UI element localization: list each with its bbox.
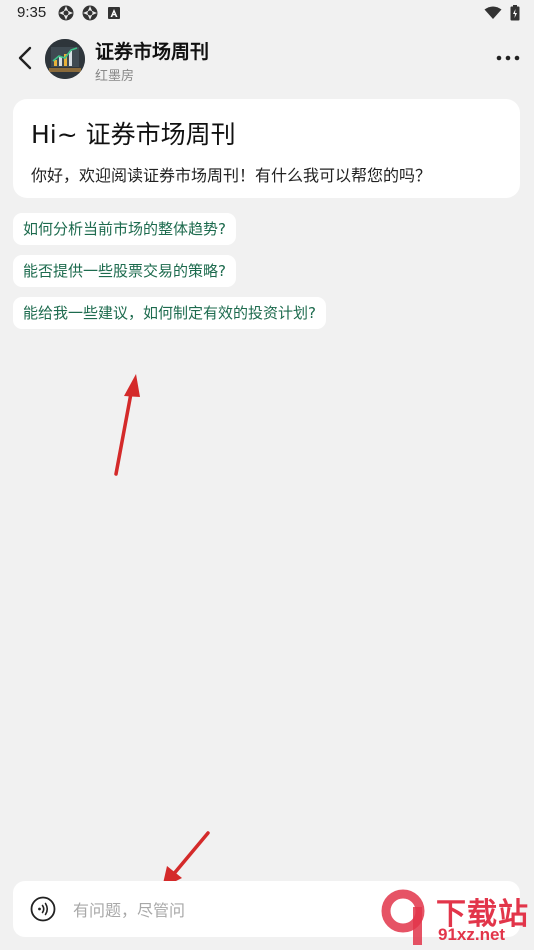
shutter-icon	[82, 5, 98, 21]
watermark-logo-icon	[381, 889, 425, 945]
page-subtitle: 红墨房	[95, 69, 135, 84]
voice-input-icon[interactable]	[30, 896, 56, 922]
suggestion-chip[interactable]: 如何分析当前市场的整体趋势?	[13, 213, 236, 245]
welcome-message: 你好，欢迎阅读证券市场周刊！有什么我可以帮您的吗？	[31, 166, 432, 185]
suggestion-chip[interactable]: 能给我一些建议，如何制定有效的投资计划?	[13, 297, 326, 329]
notification-icons	[58, 5, 122, 21]
status-time: 9:35	[17, 4, 47, 21]
more-options-icon[interactable]	[494, 44, 522, 72]
annotation-arrow-shaft	[114, 386, 134, 476]
stock-chart-avatar-icon	[45, 39, 85, 79]
chat-header: 证券市场周刊 红墨房	[0, 28, 534, 90]
battery-icon	[510, 5, 520, 21]
wifi-icon	[484, 6, 502, 19]
welcome-title: Hi~ 证券市场周刊	[31, 120, 236, 149]
watermark-url: 91xz.net	[438, 925, 506, 944]
suggestion-chip[interactable]: 能否提供一些股票交易的策略?	[13, 255, 236, 287]
back-button[interactable]	[14, 44, 38, 72]
annotation-arrow-shaft	[170, 831, 210, 878]
site-watermark: 下载站 91xz.net	[381, 889, 529, 947]
shutter-icon	[58, 5, 74, 21]
status-bar: 9:35	[0, 0, 534, 28]
avatar[interactable]	[45, 39, 85, 79]
annotation-arrow-head	[124, 374, 140, 397]
page-title: 证券市场周刊	[95, 41, 210, 63]
welcome-card: Hi~ 证券市场周刊 你好，欢迎阅读证券市场周刊！有什么我可以帮您的吗？	[13, 99, 520, 198]
chat-input[interactable]	[71, 893, 375, 927]
font-icon	[108, 7, 120, 19]
system-icons	[484, 5, 520, 21]
